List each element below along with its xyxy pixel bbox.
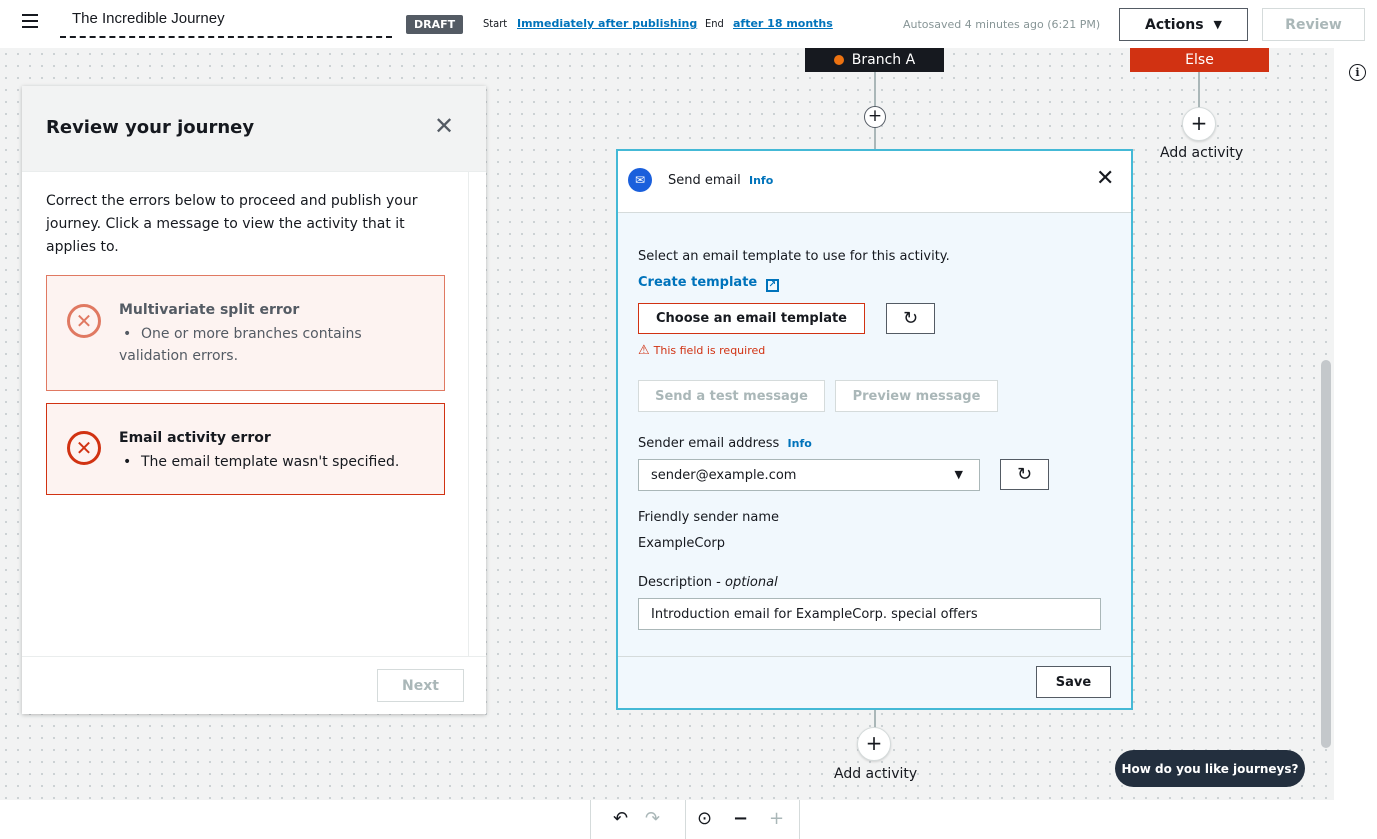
caret-down-icon: ▼: [1213, 18, 1222, 31]
preview-button[interactable]: Preview message: [835, 380, 998, 412]
top-bar: The Incredible Journey DRAFT Start Immed…: [0, 0, 1377, 48]
toolbar-divider: [685, 800, 686, 839]
add-activity-icon[interactable]: +: [1182, 107, 1216, 141]
autosave-status: Autosaved 4 minutes ago (6:21 PM): [903, 18, 1101, 31]
branch-a-node[interactable]: Branch A: [805, 48, 944, 72]
send-email-card: ✉ Send email Info ✕ Select an email temp…: [616, 149, 1133, 710]
next-button[interactable]: Next: [377, 669, 464, 702]
undo-icon[interactable]: ↶: [613, 808, 628, 830]
title-underline: [60, 36, 392, 38]
panel-divider: [468, 172, 469, 656]
recenter-icon[interactable]: ⊙: [697, 808, 712, 830]
end-schedule-link[interactable]: after 18 months: [733, 17, 833, 30]
branch-dot-icon: [833, 55, 844, 65]
error-icon: ✕: [67, 431, 101, 465]
send-test-button[interactable]: Send a test message: [638, 380, 825, 412]
info-link[interactable]: Info: [749, 174, 773, 187]
info-icon[interactable]: i: [1349, 64, 1366, 81]
review-journey-panel: Review your journey ✕ Correct the errors…: [22, 86, 486, 714]
sender-email-select[interactable]: sender@example.com ▼: [638, 459, 980, 491]
add-activity-label[interactable]: Add activity: [834, 766, 917, 782]
description-input[interactable]: Introduction email for ExampleCorp. spec…: [638, 598, 1101, 630]
card-header: ✉ Send email Info ✕: [618, 151, 1131, 213]
connector-line: [1198, 72, 1200, 108]
save-button[interactable]: Save: [1036, 666, 1111, 698]
add-step-icon[interactable]: +: [864, 106, 886, 128]
mail-icon: ✉: [628, 168, 652, 192]
add-activity-label[interactable]: Add activity: [1160, 145, 1243, 161]
review-button[interactable]: Review: [1262, 8, 1365, 41]
redo-icon[interactable]: ↷: [645, 808, 660, 830]
caret-down-icon: ▼: [954, 468, 963, 481]
panel-header: Review your journey ✕: [22, 86, 486, 172]
external-link-icon: ↗: [765, 279, 779, 292]
warning-icon: ⚠: [638, 343, 650, 358]
branch-a-label: Branch A: [851, 52, 916, 68]
zoom-in-icon[interactable]: +: [769, 808, 784, 830]
error-title: Email activity error: [119, 430, 271, 446]
description-label: Description - optional: [638, 575, 778, 590]
start-schedule-link[interactable]: Immediately after publishing: [517, 17, 697, 30]
error-icon: ✕: [67, 304, 101, 338]
refresh-icon[interactable]: ↻: [886, 303, 935, 334]
actions-button[interactable]: Actions ▼: [1119, 8, 1248, 41]
card-title: Send email Info: [668, 173, 774, 188]
start-label: Start: [483, 17, 508, 30]
menu-icon[interactable]: [22, 14, 38, 28]
canvas-toolbar: ↶ ↷ ⊙ − +: [590, 800, 800, 839]
friendly-name-label: Friendly sender name: [638, 510, 780, 525]
card-footer-divider: [618, 656, 1131, 657]
close-icon[interactable]: ✕: [1096, 166, 1114, 191]
sender-email-value: sender@example.com: [651, 467, 797, 483]
vertical-scrollbar[interactable]: [1321, 360, 1331, 748]
journey-title[interactable]: The Incredible Journey: [72, 10, 225, 27]
sender-label: Sender email address Info: [638, 436, 812, 451]
panel-footer: Next: [22, 656, 486, 714]
error-item-email[interactable]: ✕ Email activity error • The email templa…: [46, 403, 445, 495]
create-template-link[interactable]: Create template ↗: [638, 275, 779, 292]
choose-template-button[interactable]: Choose an email template: [638, 303, 865, 334]
error-title: Multivariate split error: [119, 302, 300, 318]
template-prompt: Select an email template to use for this…: [638, 249, 950, 264]
add-activity-icon[interactable]: +: [857, 727, 891, 761]
zoom-out-icon[interactable]: −: [733, 808, 748, 830]
feedback-button[interactable]: How do you like journeys?: [1115, 750, 1305, 787]
friendly-name-value: ExampleCorp: [638, 536, 726, 551]
close-icon[interactable]: ✕: [434, 112, 454, 140]
required-warning: ⚠ This field is required: [638, 343, 766, 358]
panel-intro-text: Correct the errors below to proceed and …: [46, 193, 418, 255]
error-item-multivariate[interactable]: ✕ Multivariate split error • One or more …: [46, 275, 445, 391]
error-message: • The email template wasn't specified.: [123, 454, 400, 470]
actions-label: Actions: [1144, 16, 1204, 33]
status-badge: DRAFT: [406, 15, 464, 34]
info-link[interactable]: Info: [788, 437, 812, 450]
refresh-icon[interactable]: ↻: [1000, 459, 1049, 490]
panel-title: Review your journey: [46, 117, 255, 138]
end-label: End: [705, 17, 724, 30]
error-message: • One or more branches contains validatio…: [119, 326, 362, 364]
else-branch-node[interactable]: Else: [1130, 48, 1269, 72]
